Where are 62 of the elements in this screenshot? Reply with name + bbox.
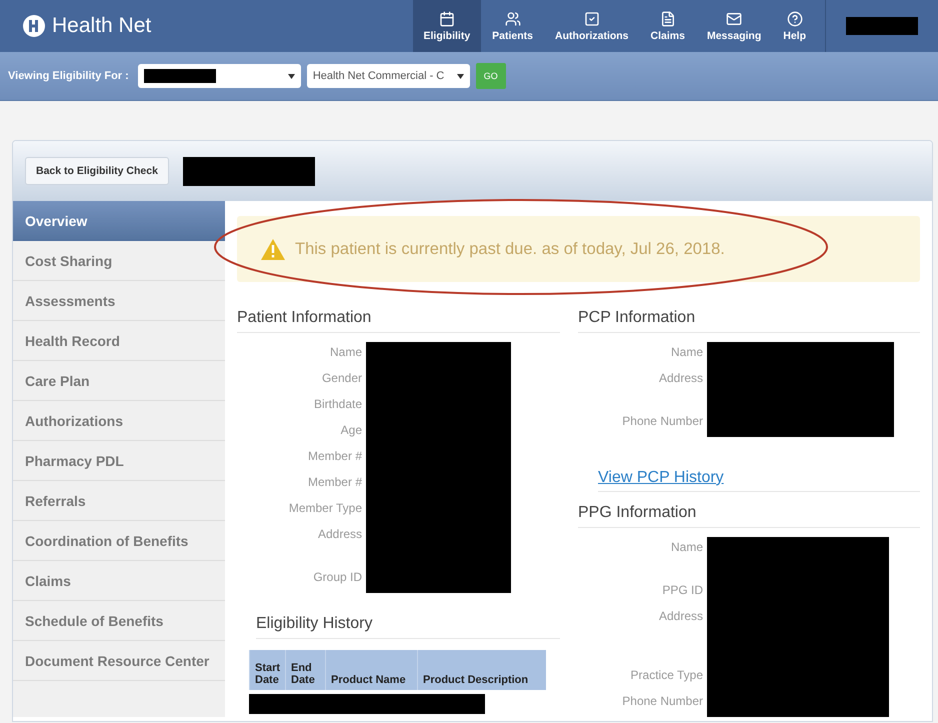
logo-icon — [22, 14, 48, 38]
field-label: Group ID — [312, 569, 362, 586]
field-label: Member # — [306, 474, 362, 491]
sidebar-item[interactable]: Cost Sharing — [13, 241, 225, 281]
nav-tab[interactable]: Claims — [640, 0, 696, 52]
redaction-block — [846, 17, 918, 35]
go-button[interactable]: GO — [476, 63, 506, 89]
sidebar-item[interactable]: Health Record — [13, 321, 225, 361]
field-label: PPG ID — [661, 582, 703, 599]
field-label: Name — [670, 539, 703, 556]
document-icon — [660, 10, 676, 26]
field-label: Phone Number — [621, 413, 703, 430]
column-header: End Date — [285, 650, 325, 690]
section-title: Eligibility History — [256, 615, 560, 639]
logo-text: Health Net — [52, 14, 152, 38]
field-label: Member Type — [288, 500, 362, 517]
field-label: Address — [658, 608, 703, 625]
field-label: Name — [328, 344, 362, 361]
column-header: Product Name — [325, 650, 417, 690]
field-label: Name — [670, 344, 703, 361]
pcp-history-link[interactable]: View PCP History — [598, 469, 920, 487]
sidebar-item[interactable]: Referrals — [13, 481, 225, 521]
sidebar-item[interactable]: Claims — [13, 561, 225, 601]
checkbox-icon — [584, 10, 600, 26]
field-label: Birthdate — [312, 396, 362, 413]
nav-tab[interactable]: Authorizations — [544, 0, 640, 52]
sidebar-item[interactable]: Schedule of Benefits — [13, 601, 225, 641]
field-label: Age — [340, 422, 362, 439]
column-header: Start Date — [249, 650, 285, 690]
warning-icon — [261, 238, 285, 260]
section-title: PCP Information — [578, 309, 920, 333]
sidebar-item[interactable]: Pharmacy PDL — [13, 441, 225, 481]
member-select[interactable] — [138, 64, 301, 88]
users-icon — [504, 10, 521, 26]
help-icon — [786, 10, 803, 26]
sidebar-item[interactable]: Assessments — [13, 281, 225, 321]
field-label: Gender — [320, 370, 362, 387]
back-button[interactable]: Back to Eligibility Check — [25, 157, 169, 185]
calendar-icon — [438, 10, 455, 26]
nav-tab[interactable]: Patients — [481, 0, 544, 52]
plan-select[interactable]: Health Net Commercial - C — [306, 64, 470, 88]
column-header: Product Description — [417, 650, 546, 690]
caret-icon — [456, 74, 464, 78]
field-label: Address — [658, 370, 703, 387]
filter-label: Viewing Eligibility For : — [8, 70, 129, 82]
alert-message: This patient is currently past due. as of today, Jul 26, 2018. — [295, 240, 725, 258]
sidebar-item[interactable]: Authorizations — [13, 401, 225, 441]
mail-icon — [726, 10, 742, 26]
sidebar-item[interactable]: Care Plan — [13, 361, 225, 401]
sidebar-item[interactable]: Document Resource Center — [13, 641, 225, 681]
nav-tab[interactable]: Help — [772, 0, 817, 52]
field-label: Practice Type — [630, 667, 703, 684]
field-label: Phone Number — [621, 693, 703, 710]
sidebar-item[interactable]: Coordination of Benefits — [13, 521, 225, 561]
field-label: Address — [316, 526, 362, 543]
section-title: PPG Information — [578, 504, 920, 528]
field-label: Member # — [306, 448, 362, 465]
sidebar-item[interactable]: Overview — [13, 201, 225, 241]
section-title: Patient Information — [237, 309, 560, 333]
nav-tab[interactable]: Eligibility — [412, 0, 482, 52]
caret-icon — [288, 74, 295, 78]
nav-tab[interactable]: Messaging — [696, 0, 772, 52]
